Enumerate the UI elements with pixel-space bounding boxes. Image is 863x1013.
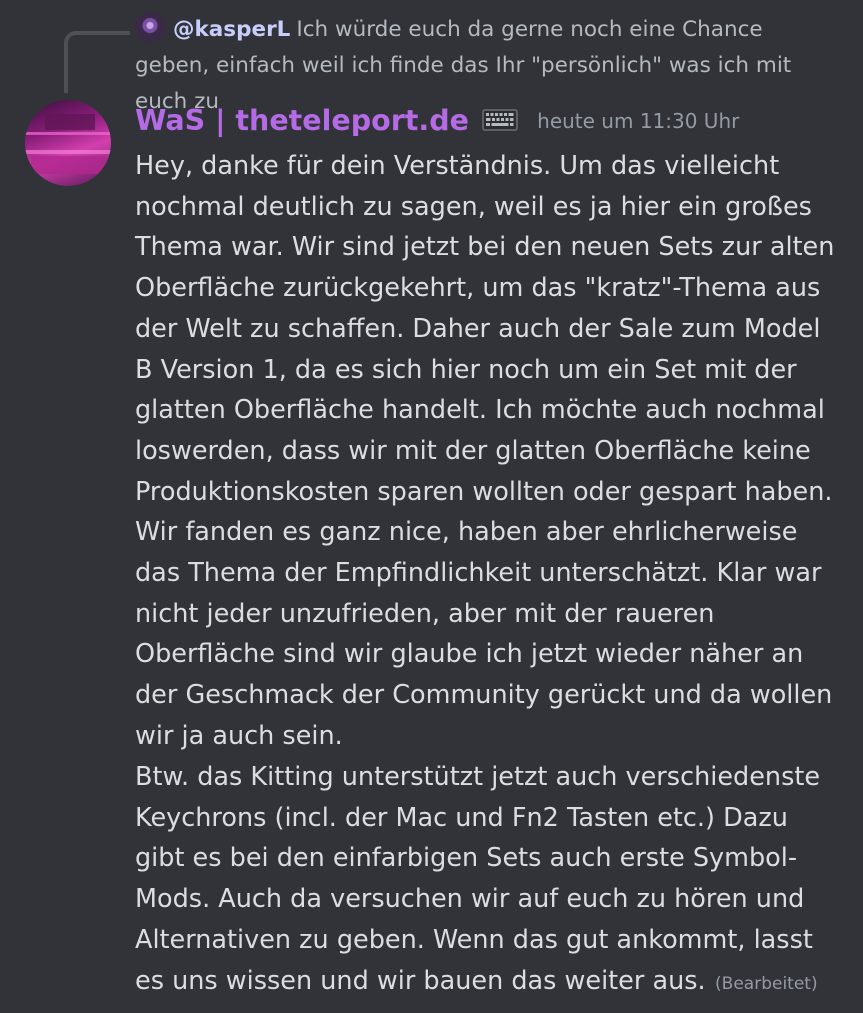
message-paragraph-1: Hey, danke für dein Verständnis. Um das … [135, 151, 835, 751]
reply-connector-line [64, 31, 130, 93]
message-paragraph-2-text: Btw. das Kitting unterstützt jetzt auch … [135, 762, 821, 996]
reply-author-name[interactable]: @kasperL [173, 17, 290, 42]
chat-message: @kasperL Ich würde euch da gerne noch ein… [0, 0, 863, 1013]
message-header: WaS | theteleport.de heute um 11:30 Uhr [135, 104, 739, 144]
message-paragraph-2: Btw. das Kitting unterstützt jetzt auch … [135, 757, 845, 1004]
reply-author-avatar[interactable] [135, 12, 165, 42]
author-username[interactable]: WaS | theteleport.de [135, 104, 469, 137]
edited-label: (Bearbeitet) [709, 973, 818, 994]
message-timestamp[interactable]: heute um 11:30 Uhr [537, 109, 739, 133]
author-avatar[interactable] [25, 100, 111, 186]
keyboard-icon [482, 107, 518, 133]
